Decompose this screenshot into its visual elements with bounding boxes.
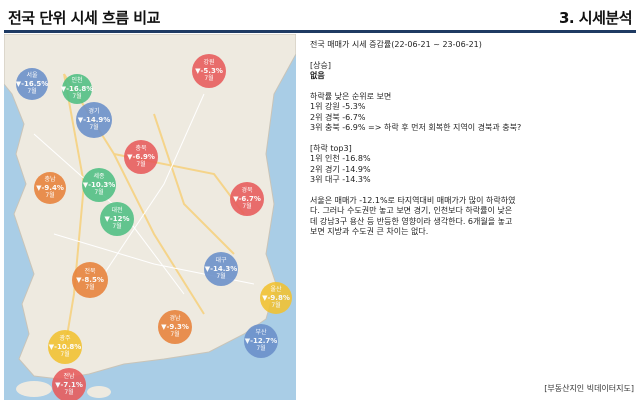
region-bubble[interactable]: 세종 ▼-10.3% 7월 (82, 168, 116, 202)
region-change: ▼-14.9% (77, 116, 111, 124)
region-bubble[interactable]: 서울 ▼-16.5% 7월 (16, 68, 48, 100)
region-change: ▼-8.5% (76, 276, 104, 284)
fall-rank-1: 1위 인천 -16.8% (310, 154, 371, 163)
region-change: ▼-9.4% (36, 184, 64, 192)
region-name: 울산 (270, 286, 282, 293)
region-sub: 7월 (89, 124, 99, 131)
region-name: 인천 (71, 77, 83, 84)
region-name: 전북 (84, 268, 96, 275)
region-bubble[interactable]: 강원 ▼-5.3% 7월 (192, 54, 226, 88)
region-change: ▼-9.8% (262, 294, 290, 302)
region-bubble[interactable]: 울산 ▼-9.8% 7월 (260, 282, 292, 314)
header-divider (4, 30, 636, 33)
low-rank-3: 3위 충북 -6.9% => 하락 후 먼저 회복한 지역이 경북과 충북? (310, 123, 522, 132)
page-title: 전국 단위 시세 흐름 비교 (8, 9, 160, 27)
region-name: 경남 (169, 315, 181, 322)
summary-line-4: 보면 지방과 수도권 큰 차이는 없다. (310, 227, 429, 236)
region-sub: 7월 (170, 331, 180, 338)
region-sub: 7월 (216, 273, 226, 280)
region-name: 세종 (93, 173, 105, 180)
fall-rank-2: 2위 경기 -14.9% (310, 164, 371, 174)
section-title: 3. 시세분석 (558, 9, 633, 27)
region-name: 경북 (241, 187, 253, 194)
region-bubble[interactable]: 인천 ▼-16.8% 7월 (60, 74, 94, 104)
region-change: ▼-16.8% (60, 85, 94, 93)
region-change: ▼-14.3% (204, 265, 238, 273)
region-bubble[interactable]: 경남 ▼-9.3% 7월 (158, 310, 192, 344)
island-1 (16, 381, 52, 397)
fall-rank-3: 3위 대구 -14.3% (310, 175, 371, 184)
region-change: ▼-10.3% (82, 181, 116, 189)
low-rank-1: 1위 강원 -5.3% (310, 102, 366, 111)
low-rank-2: 2위 경북 -6.7% (310, 112, 366, 122)
analysis-text: 전국 매매가 시세 증감률(22-06-21 ~ 23-06-21) [상승] … (310, 40, 632, 238)
region-change: ▼-7.1% (55, 381, 83, 389)
rise-none: 없음 (310, 71, 325, 80)
region-name: 전남 (63, 373, 75, 380)
summary-line-3: 데 강남3구 용산 등 반등한 영향이라 생각한다. 6개월을 놓고 (310, 216, 513, 226)
region-sub: 7월 (94, 189, 104, 196)
region-sub: 7월 (60, 351, 70, 358)
summary-line-1: 서울은 매매가 -12.1%로 타지역대비 매매가가 많이 하락하였 (310, 195, 516, 205)
region-name: 부산 (255, 329, 267, 336)
region-sub: 7월 (242, 203, 252, 210)
region-bubble[interactable]: 대전 ▼-12% 7월 (100, 202, 134, 236)
region-bubble[interactable]: 광주 ▼-10.8% 7월 (48, 330, 82, 364)
region-name: 대전 (111, 207, 123, 214)
region-name: 충남 (44, 176, 56, 183)
fall-header: [하락 top3] (310, 143, 352, 153)
rise-header: [상승] (310, 60, 331, 70)
summary-line-2: 다. 그러나 수도권만 놓고 보면 경기, 인천보다 하락률이 낮은 (310, 206, 513, 215)
region-name: 경기 (88, 108, 100, 115)
source-label: [부동산지인 빅데이터지도] (544, 384, 634, 393)
region-change: ▼-12% (104, 215, 130, 223)
region-bubble[interactable]: 충북 ▼-6.9% 7월 (124, 140, 158, 174)
region-sub: 7월 (45, 192, 55, 199)
region-sub: 7월 (112, 223, 122, 230)
region-sub: 7월 (85, 284, 95, 291)
region-bubble[interactable]: 경북 ▼-6.7% 7월 (230, 182, 264, 216)
region-sub: 7월 (271, 302, 281, 309)
region-sub: 7월 (64, 389, 74, 396)
region-name: 광주 (59, 335, 71, 342)
region-sub: 7월 (72, 93, 82, 100)
region-sub: 7월 (256, 345, 266, 352)
region-change: ▼-9.3% (161, 323, 189, 331)
region-bubble[interactable]: 전남 ▼-7.1% 7월 (52, 368, 86, 400)
region-bubble[interactable]: 부산 ▼-12.7% 7월 (244, 324, 278, 358)
region-bubble[interactable]: 대구 ▼-14.3% 7월 (204, 252, 238, 286)
region-change: ▼-16.5% (15, 80, 49, 88)
intro-line: 전국 매매가 시세 증감률(22-06-21 ~ 23-06-21) (310, 40, 482, 49)
region-name: 서울 (26, 72, 38, 79)
region-sub: 7월 (204, 75, 214, 82)
region-name: 강원 (203, 59, 215, 66)
island-2 (87, 386, 111, 398)
region-change: ▼-6.9% (127, 153, 155, 161)
korea-map[interactable]: 강원 ▼-5.3% 7월 서울 ▼-16.5% 7월 인천 ▼-16.8% 7월 경기 ▼-14.9… (4, 34, 296, 400)
region-name: 충북 (135, 145, 147, 152)
region-change: ▼-12.7% (244, 337, 278, 345)
slide-header: 전국 단위 시세 흐름 비교 3. 시세분석 (0, 0, 640, 33)
low-intro: 하락률 낮은 순위로 보면 (310, 91, 392, 101)
region-bubble[interactable]: 충남 ▼-9.4% 7월 (34, 172, 66, 204)
region-sub: 7월 (136, 161, 146, 168)
region-change: ▼-10.8% (48, 343, 82, 351)
region-change: ▼-6.7% (233, 195, 261, 203)
region-bubble[interactable]: 전북 ▼-8.5% 7월 (72, 262, 108, 298)
region-change: ▼-5.3% (195, 67, 223, 75)
region-sub: 7월 (27, 88, 37, 95)
region-bubble[interactable]: 경기 ▼-14.9% 7월 (76, 102, 112, 138)
region-name: 대구 (215, 257, 227, 264)
